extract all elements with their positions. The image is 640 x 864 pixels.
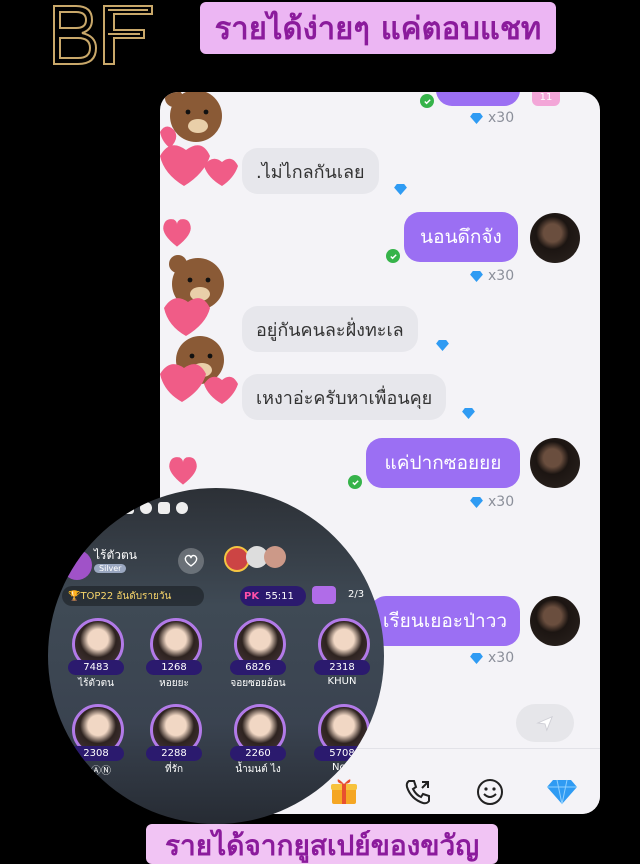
gift-icon — [331, 779, 357, 804]
host-score: 2308 — [68, 746, 124, 761]
viewer-avatars[interactable] — [224, 546, 286, 572]
host-tile[interactable]: 2308 ⓢⒶⓃ — [64, 702, 128, 777]
host-name: KHUN — [327, 676, 357, 687]
top-status-icons — [122, 502, 188, 514]
reward-amount: x30 — [488, 494, 515, 510]
diamond-icon — [462, 408, 475, 419]
ranking-text: TOP22 อันดับรายวัน — [80, 590, 172, 602]
delivered-check-icon — [348, 475, 362, 489]
video-call-button[interactable] — [400, 774, 436, 810]
top-banner: รายได้ง่ายๆ แค่ตอบแชท — [200, 2, 556, 54]
user-avatar[interactable] — [530, 438, 580, 488]
diamond-icon — [394, 184, 407, 195]
diamond-button[interactable] — [544, 774, 580, 810]
send-icon — [536, 715, 554, 732]
host-name: ที่รัก — [164, 764, 184, 775]
gift-box-icon[interactable] — [312, 586, 336, 604]
host-tile[interactable]: 1268 หอยยะ — [142, 616, 206, 689]
message-bubble-outgoing[interactable]: นอนดึกจัง — [404, 212, 518, 262]
reward-amount: x30 — [488, 650, 515, 666]
host-tile[interactable]: 2318 KHUN — [310, 616, 374, 688]
phone-icon — [405, 780, 430, 805]
host-score: 7483 — [68, 660, 124, 675]
reward-info: x30 — [470, 650, 514, 666]
host-score: 2288 — [146, 746, 202, 761]
trophy-icon: 🏆 — [68, 590, 81, 602]
message-bubble-outgoing[interactable]: เรียนเยอะป่าวว — [370, 596, 520, 646]
delivered-check-icon — [420, 94, 434, 108]
top-banner-text: รายได้ง่ายๆ แค่ตอบแชท — [214, 11, 542, 47]
host-name: น้ำมนต์ ไง — [235, 764, 281, 775]
emoji-button[interactable] — [472, 774, 508, 810]
ranking-badge[interactable]: 🏆 TOP22 อันดับรายวัน — [62, 586, 204, 606]
reward-info: x30 — [470, 494, 514, 510]
pk-timer: 55:11 — [265, 590, 294, 602]
reward-amount: x30 — [488, 110, 515, 126]
message-text: เหงาอ่ะครับหาเพื่อนคุย — [256, 387, 433, 409]
pk-badge[interactable]: PK 55:11 — [240, 586, 306, 606]
diamond-icon — [470, 652, 483, 664]
message-bubble-outgoing[interactable] — [436, 92, 520, 106]
host-avatar[interactable] — [62, 550, 92, 580]
message-text: เรียนเยอะป่าวว — [382, 610, 508, 632]
message-text: แค่ปากซอยยย — [384, 452, 502, 474]
host-score: 5708 — [314, 746, 370, 761]
message-bubble-outgoing[interactable]: แค่ปากซอยยย — [366, 438, 520, 488]
bottom-banner: รายได้จากยูสเปย์ของขวัญ — [146, 824, 498, 864]
message-bubble-incoming[interactable]: .ไม่ไกลกันเลย — [242, 148, 379, 194]
unread-badge: 11 — [532, 92, 560, 106]
host-name: ไร้ตัวตน — [78, 678, 114, 689]
host-score: 2260 — [230, 746, 286, 761]
message-text: .ไม่ไกลกันเลย — [256, 161, 365, 183]
host-tile[interactable]: 2288 ที่รัก — [142, 702, 206, 775]
host-score: 1268 — [146, 660, 202, 675]
follow-button[interactable] — [178, 548, 204, 574]
send-button[interactable] — [516, 704, 574, 742]
host-score: 6826 — [230, 660, 286, 675]
message-text: อยู่กันคนละฝั่งทะเล — [256, 319, 404, 341]
host-name: ไร้ตัวตน — [94, 548, 138, 562]
reward-info: x30 — [470, 268, 514, 284]
host-tile[interactable]: 6826 จอยซอยอ้อน — [226, 616, 290, 689]
message-bubble-incoming[interactable]: เหงาอ่ะครับหาเพื่อนคุย — [242, 374, 447, 420]
diamond-icon — [547, 779, 577, 805]
gift-button[interactable] — [326, 774, 362, 810]
host-badge: Silver — [94, 564, 127, 573]
message-bubble-incoming[interactable]: อยู่กันคนละฝั่งทะเล — [242, 306, 418, 352]
host-name: Non — [332, 762, 352, 773]
user-avatar[interactable] — [530, 596, 580, 646]
host-tile[interactable]: 2260 น้ำมนต์ ไง — [226, 702, 290, 775]
reward-info: x30 — [470, 110, 514, 126]
host-tile[interactable]: 5708 Non — [310, 702, 374, 774]
heart-sticker — [163, 219, 191, 247]
heart-sticker — [169, 457, 197, 485]
user-avatar[interactable] — [530, 213, 580, 263]
diamond-icon — [470, 270, 483, 282]
heart-icon — [184, 554, 198, 567]
diamond-icon — [470, 496, 483, 508]
bottom-banner-text: รายได้จากยูสเปย์ของขวัญ — [164, 829, 480, 862]
delivered-check-icon — [386, 249, 400, 263]
page-indicator: 2/3 — [348, 589, 365, 600]
host-name: จอยซอยอ้อน — [230, 678, 286, 689]
host-score: 2318 — [314, 660, 370, 675]
reward-amount: x30 — [488, 268, 515, 284]
message-text: นอนดึกจัง — [420, 226, 502, 248]
host-tile[interactable]: 7483 ไร้ตัวตน — [64, 616, 128, 689]
host-name: หอยยะ — [159, 678, 189, 689]
bf-logo — [53, 5, 153, 65]
live-stream-preview[interactable]: ไร้ตัวตน Silver 🏆 TOP22 อันดับรายวัน PK … — [48, 488, 384, 824]
host-name: ⓢⒶⓃ — [81, 766, 111, 777]
pk-label: PK — [244, 590, 260, 602]
smiley-icon — [477, 779, 503, 805]
bear-sticker — [160, 92, 238, 186]
bear-sticker — [160, 255, 238, 404]
diamond-icon — [470, 112, 483, 124]
diamond-icon — [436, 340, 449, 351]
